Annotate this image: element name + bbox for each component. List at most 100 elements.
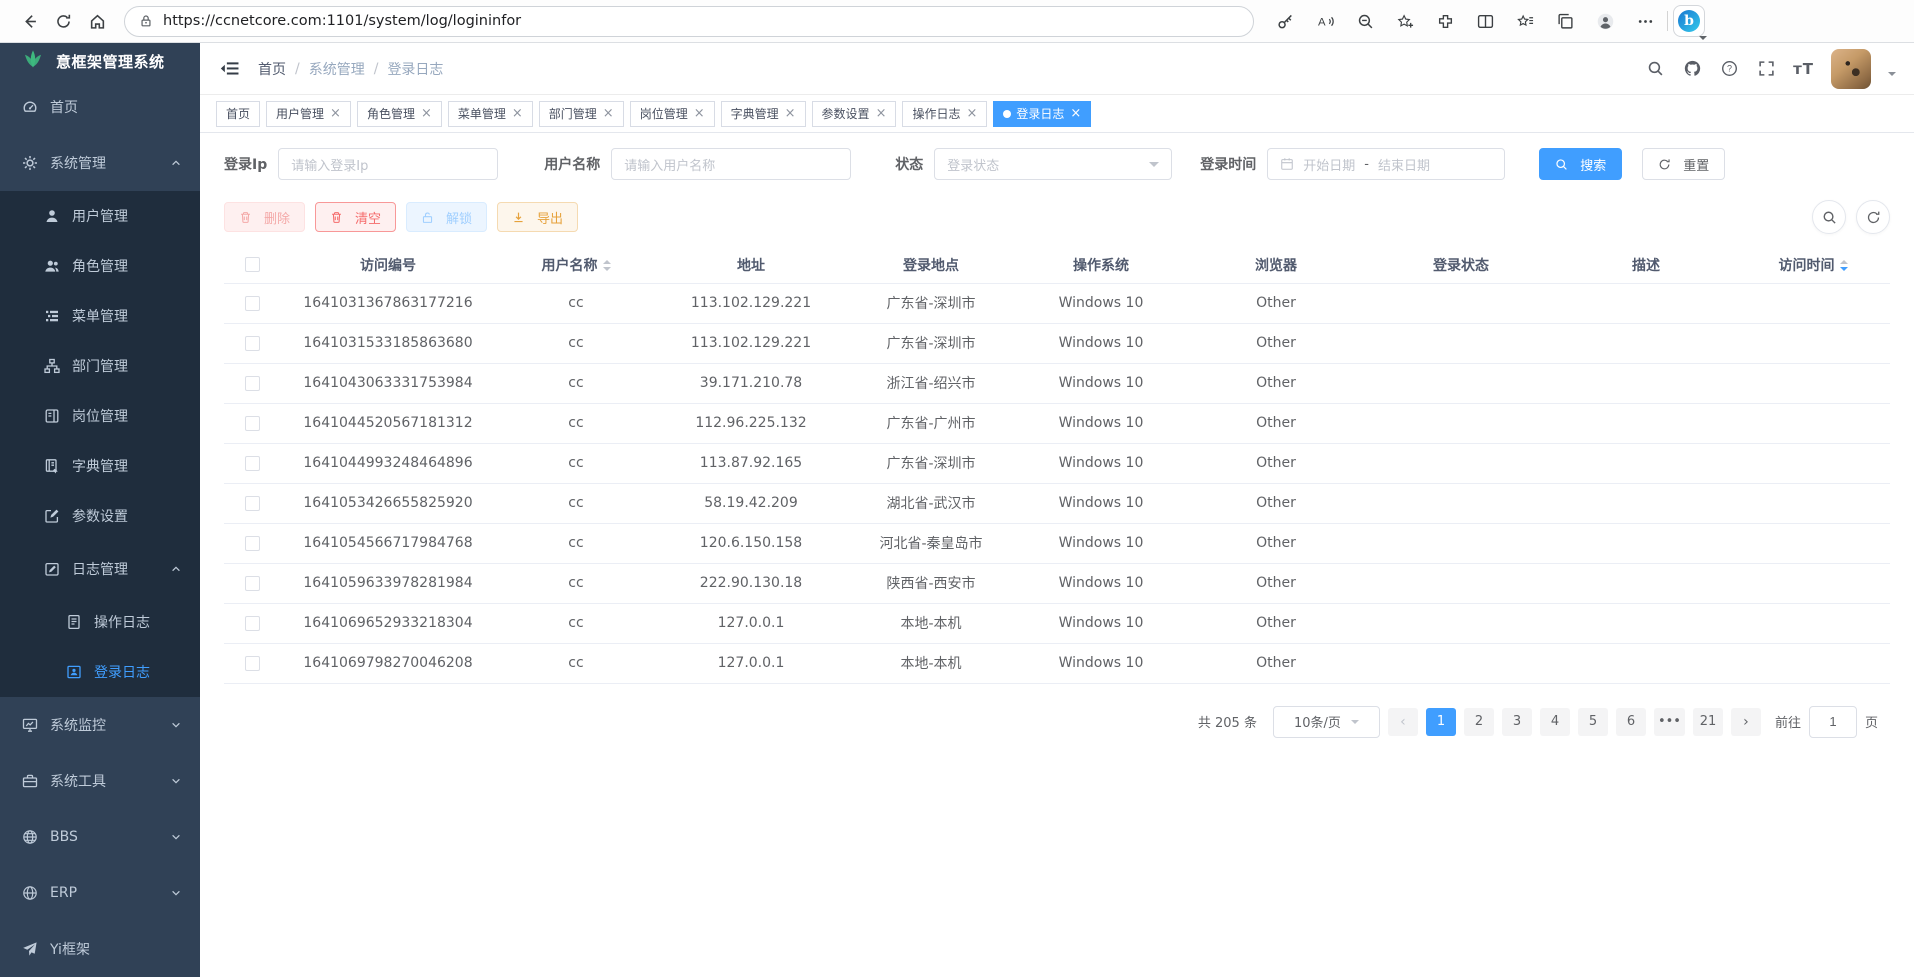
tab-close-icon[interactable]: × xyxy=(1070,107,1081,120)
tab-close-icon[interactable]: × xyxy=(876,107,887,120)
page-button[interactable]: 1 xyxy=(1426,708,1456,736)
sidebar-item-toolbox[interactable]: 系统工具 xyxy=(0,753,200,809)
home-icon[interactable] xyxy=(80,4,114,38)
tab-2[interactable]: 角色管理× xyxy=(357,101,442,127)
row-checkbox[interactable] xyxy=(245,496,260,511)
copilot-button[interactable]: b xyxy=(1673,5,1705,37)
tab-close-icon[interactable]: × xyxy=(330,107,341,120)
reset-button[interactable]: 重置 xyxy=(1642,148,1725,180)
sidebar-item-menu-tree[interactable]: 菜单管理 xyxy=(0,291,200,341)
row-checkbox[interactable] xyxy=(245,456,260,471)
page-button[interactable]: 4 xyxy=(1540,708,1570,736)
font-size-icon[interactable]: тT xyxy=(1793,60,1814,78)
collections-icon[interactable] xyxy=(1548,4,1582,38)
search-icon[interactable] xyxy=(1645,59,1665,79)
favorites-icon[interactable] xyxy=(1508,4,1542,38)
address-bar[interactable]: https://ccnetcore.com:1101/system/log/lo… xyxy=(124,6,1254,37)
row-checkbox[interactable] xyxy=(245,376,260,391)
prev-page-button[interactable]: ‹ xyxy=(1388,708,1418,736)
column-header[interactable]: 访问时间 xyxy=(1736,247,1890,283)
end-date-placeholder[interactable]: 结束日期 xyxy=(1378,155,1430,174)
page-ellipsis[interactable]: ••• xyxy=(1654,708,1685,736)
tab-7[interactable]: 参数设置× xyxy=(812,101,897,127)
avatar[interactable] xyxy=(1831,49,1871,89)
sidebar-item-book[interactable]: 字典管理 xyxy=(0,441,200,491)
row-checkbox[interactable] xyxy=(245,576,260,591)
row-checkbox[interactable] xyxy=(245,416,260,431)
clear-button[interactable]: 清空 xyxy=(315,202,396,232)
split-screen-icon[interactable] xyxy=(1468,4,1502,38)
url-text[interactable]: https://ccnetcore.com:1101/system/log/lo… xyxy=(163,13,521,29)
sort-carets-icon[interactable] xyxy=(1840,260,1848,271)
table-search-toggle-button[interactable] xyxy=(1812,200,1846,234)
row-checkbox[interactable] xyxy=(245,616,260,631)
start-date-placeholder[interactable]: 开始日期 xyxy=(1303,155,1355,174)
key-icon[interactable] xyxy=(1268,4,1302,38)
extensions-icon[interactable] xyxy=(1428,4,1462,38)
page-size-select[interactable]: 10条/页 xyxy=(1273,706,1380,738)
tab-9[interactable]: 登录日志× xyxy=(993,101,1091,127)
next-page-button[interactable]: › xyxy=(1731,708,1761,736)
tab-close-icon[interactable]: × xyxy=(694,107,705,120)
delete-button[interactable]: 删除 xyxy=(224,202,305,232)
tab-6[interactable]: 字典管理× xyxy=(721,101,806,127)
read-aloud-icon[interactable]: A xyxy=(1308,4,1342,38)
select-all-header[interactable] xyxy=(224,247,280,283)
sidebar-item-plane[interactable]: Yi框架 xyxy=(0,921,200,977)
sidebar-item-idcard[interactable]: 岗位管理 xyxy=(0,391,200,441)
tab-8[interactable]: 操作日志× xyxy=(902,101,987,127)
sidebar-item-login-log[interactable]: 登录日志 xyxy=(0,647,200,697)
sidebar-item-user[interactable]: 用户管理 xyxy=(0,191,200,241)
sidebar-item-sitemap[interactable]: 部门管理 xyxy=(0,341,200,391)
sidebar-item-edit[interactable]: 参数设置 xyxy=(0,491,200,541)
sidebar-fold-icon[interactable] xyxy=(216,56,242,82)
select-all-checkbox[interactable] xyxy=(245,257,260,272)
sidebar-item-monitor[interactable]: 系统监控 xyxy=(0,697,200,753)
favorite-add-icon[interactable] xyxy=(1388,4,1422,38)
row-checkbox[interactable] xyxy=(245,336,260,351)
sort-carets-icon[interactable] xyxy=(603,260,611,271)
refresh-icon[interactable] xyxy=(46,4,80,38)
sidebar-item-globe[interactable]: BBS xyxy=(0,809,200,865)
tab-3[interactable]: 菜单管理× xyxy=(448,101,533,127)
sidebar-item-globe2[interactable]: ERP xyxy=(0,865,200,921)
tab-close-icon[interactable]: × xyxy=(421,107,432,120)
more-icon[interactable] xyxy=(1628,4,1662,38)
tab-close-icon[interactable]: × xyxy=(603,107,614,120)
column-header[interactable]: 用户名称 xyxy=(496,247,656,283)
tab-close-icon[interactable]: × xyxy=(512,107,523,120)
back-icon[interactable] xyxy=(12,4,46,38)
help-icon[interactable]: ? xyxy=(1719,59,1739,79)
sidebar-item-doc[interactable]: 操作日志 xyxy=(0,597,200,647)
unlock-button[interactable]: 解锁 xyxy=(406,202,487,232)
status-select[interactable]: 登录状态 xyxy=(934,148,1172,180)
sidebar-item-dashboard[interactable]: 首页 xyxy=(0,79,200,135)
tab-5[interactable]: 岗位管理× xyxy=(630,101,715,127)
breadcrumb-item[interactable]: 首页 xyxy=(258,59,286,79)
zoom-out-icon[interactable] xyxy=(1348,4,1382,38)
row-checkbox[interactable] xyxy=(245,656,260,671)
page-button[interactable]: 21 xyxy=(1693,708,1723,736)
sidebar-item-users[interactable]: 角色管理 xyxy=(0,241,200,291)
sidebar-item-log[interactable]: 日志管理 xyxy=(0,541,200,597)
page-button[interactable]: 5 xyxy=(1578,708,1608,736)
table-refresh-button[interactable] xyxy=(1856,200,1890,234)
row-checkbox[interactable] xyxy=(245,296,260,311)
fullscreen-icon[interactable] xyxy=(1756,59,1776,79)
row-checkbox[interactable] xyxy=(245,536,260,551)
page-button[interactable]: 6 xyxy=(1616,708,1646,736)
ip-input[interactable]: 请输入登录Ip xyxy=(278,148,498,180)
tab-home[interactable]: 首页 xyxy=(216,101,260,127)
avatar-caret-icon[interactable] xyxy=(1888,72,1896,80)
page-button[interactable]: 3 xyxy=(1502,708,1532,736)
username-input[interactable]: 请输入用户名称 xyxy=(611,148,851,180)
tab-close-icon[interactable]: × xyxy=(785,107,796,120)
tab-close-icon[interactable]: × xyxy=(966,107,977,120)
export-button[interactable]: 导出 xyxy=(497,202,578,232)
tab-4[interactable]: 部门管理× xyxy=(539,101,624,127)
tab-1[interactable]: 用户管理× xyxy=(266,101,351,127)
page-button[interactable]: 2 xyxy=(1464,708,1494,736)
github-icon[interactable] xyxy=(1682,59,1702,79)
app-logo[interactable]: 意框架管理系统 xyxy=(0,43,200,79)
profile-icon[interactable] xyxy=(1588,4,1622,38)
